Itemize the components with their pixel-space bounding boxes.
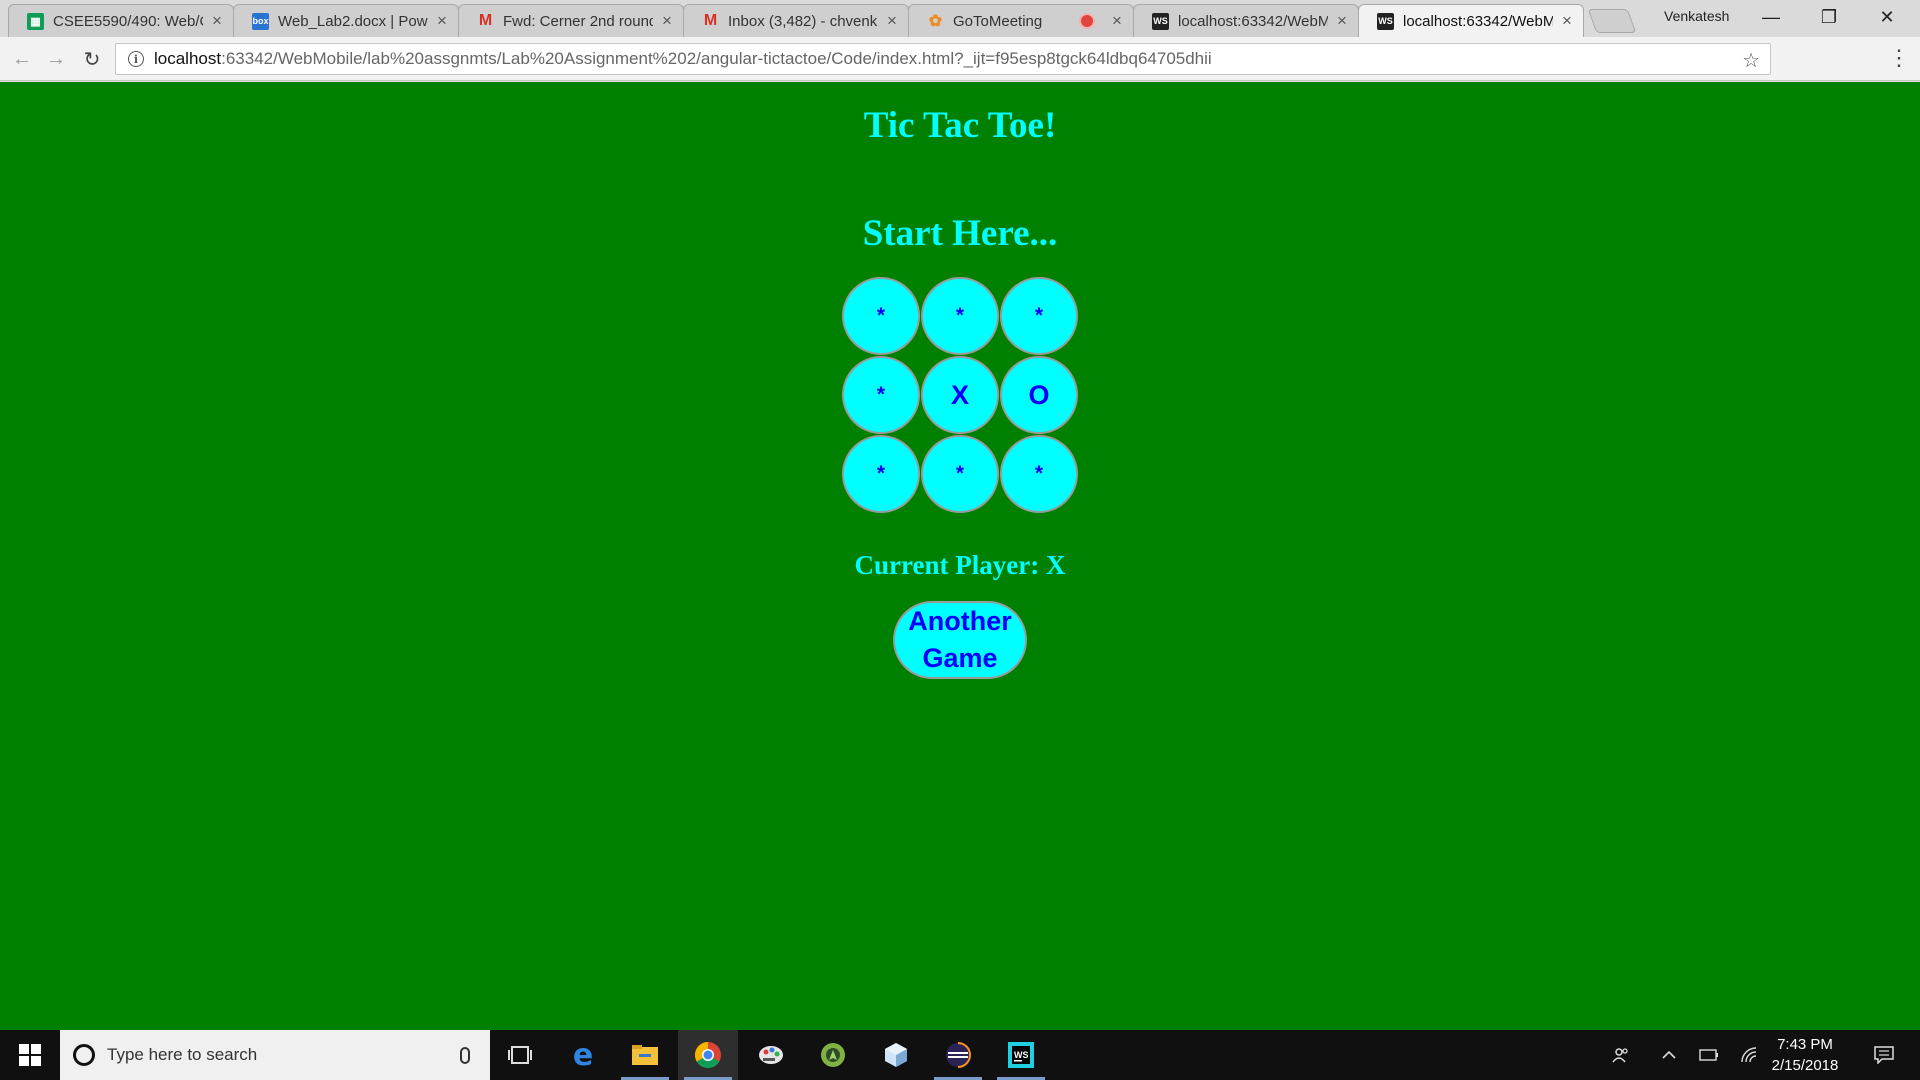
taskbar-clock[interactable]: 7:43 PM 2/15/2018 — [1760, 1034, 1850, 1076]
paint-icon[interactable] — [741, 1030, 801, 1080]
url-path: :63342/WebMobile/lab%20assgnmts/Lab%20As… — [221, 49, 1212, 68]
back-arrow-icon[interactable]: ← — [10, 47, 34, 71]
address-bar[interactable]: i localhost:63342/WebMobile/lab%20assgnm… — [115, 43, 1771, 75]
chrome-menu-icon[interactable]: ⋮ — [1888, 47, 1910, 69]
board-cell[interactable]: X — [921, 356, 999, 434]
tab-title: Fwd: Cerner 2nd round — [503, 12, 653, 30]
cortana-icon — [73, 1044, 95, 1066]
task-view-icon[interactable] — [490, 1030, 550, 1080]
chrome-icon[interactable] — [678, 1030, 738, 1080]
another-game-button[interactable]: Another Game — [893, 601, 1027, 679]
board-cell[interactable]: * — [1000, 277, 1078, 355]
action-center-icon[interactable] — [1864, 1030, 1904, 1080]
board-cell[interactable]: O — [1000, 356, 1078, 434]
reload-icon[interactable]: ↻ — [80, 47, 104, 71]
gmail-icon: M — [478, 12, 493, 29]
browser-tab[interactable]: ✿ GoToMeeting × — [908, 4, 1134, 37]
browser-tab[interactable]: M Inbox (3,482) - chvenk × — [683, 4, 909, 37]
microphone-icon[interactable] — [460, 1046, 470, 1064]
android-studio-icon[interactable] — [803, 1030, 863, 1080]
new-tab-button[interactable] — [1587, 9, 1637, 33]
browser-tab-active[interactable]: WS localhost:63342/WebM × — [1358, 4, 1584, 37]
taskbar: Type here to search e WS 7:43 PM 2/15/20… — [0, 1030, 1920, 1080]
tictactoe-board: * * * * X O * * * — [842, 277, 1078, 513]
gmail-icon: M — [703, 12, 718, 29]
webstorm-icon: WS — [1377, 12, 1394, 30]
show-hidden-icons-chevron-icon[interactable] — [1654, 1030, 1684, 1080]
windows-start-icon[interactable] — [0, 1030, 60, 1080]
browser-tab[interactable]: ▦ CSEE5590/490: Web/C × — [8, 4, 234, 37]
current-player-status: Current Player: X — [854, 550, 1066, 580]
board-cell[interactable]: * — [842, 277, 920, 355]
tab-strip: ▦ CSEE5590/490: Web/C × box Web_Lab2.doc… — [0, 0, 1920, 37]
url-host: localhost — [154, 49, 222, 68]
minimize-icon[interactable]: — — [1742, 0, 1800, 34]
board-cell[interactable]: * — [921, 277, 999, 355]
tab-title: localhost:63342/WebM — [1403, 12, 1553, 30]
board-cell[interactable]: * — [921, 435, 999, 513]
eclipse-icon[interactable] — [928, 1030, 988, 1080]
browser-tab[interactable]: box Web_Lab2.docx | Powe × — [233, 4, 459, 37]
board-cell[interactable]: * — [1000, 435, 1078, 513]
close-window-icon[interactable]: ✕ — [1858, 0, 1916, 34]
board-cell[interactable]: * — [842, 435, 920, 513]
browser-tab[interactable]: M Fwd: Cerner 2nd round × — [458, 4, 684, 37]
box-icon: box — [252, 12, 269, 30]
tab-title: localhost:63342/WebM — [1178, 12, 1328, 30]
close-tab-icon[interactable]: × — [434, 11, 450, 31]
profile-name[interactable]: Venkatesh — [1664, 8, 1729, 24]
sheets-icon: ▦ — [27, 12, 44, 30]
game-title: Tic Tac Toe! — [863, 105, 1057, 146]
browser-toolbar: ← → ↻ i localhost:63342/WebMobile/lab%20… — [0, 37, 1920, 81]
close-tab-icon[interactable]: × — [1334, 11, 1350, 31]
clock-time: 7:43 PM — [1777, 1036, 1833, 1053]
close-tab-icon[interactable]: × — [884, 11, 900, 31]
close-tab-icon[interactable]: × — [209, 11, 225, 31]
bookmark-star-icon[interactable]: ☆ — [1742, 48, 1760, 73]
page-content: Tic Tac Toe! Start Here... * * * * X O *… — [0, 82, 1920, 1030]
forward-arrow-icon[interactable]: → — [44, 47, 68, 71]
people-icon[interactable] — [1604, 1030, 1638, 1080]
tab-title: Inbox (3,482) - chvenk — [728, 12, 878, 30]
recording-icon — [1081, 15, 1093, 27]
search-placeholder: Type here to search — [107, 1045, 258, 1064]
battery-icon[interactable] — [1694, 1030, 1724, 1080]
gotomeeting-icon: ✿ — [928, 13, 943, 30]
info-icon[interactable]: i — [128, 51, 144, 67]
restore-icon[interactable]: ❐ — [1800, 0, 1858, 34]
board-cell[interactable]: * — [842, 356, 920, 434]
clock-date: 2/15/2018 — [1771, 1057, 1839, 1074]
webstorm-icon[interactable]: WS — [991, 1030, 1051, 1080]
close-tab-icon[interactable]: × — [659, 11, 675, 31]
tab-title: CSEE5590/490: Web/C — [53, 12, 203, 30]
taskbar-search-input[interactable]: Type here to search — [60, 1030, 490, 1080]
start-heading: Start Here... — [862, 213, 1058, 254]
cube-app-icon[interactable] — [866, 1030, 926, 1080]
webstorm-icon: WS — [1152, 12, 1169, 30]
file-explorer-icon[interactable] — [615, 1030, 675, 1080]
tab-title: GoToMeeting — [953, 12, 1043, 30]
edge-icon[interactable]: e — [553, 1030, 613, 1080]
browser-tab[interactable]: WS localhost:63342/WebM × — [1133, 4, 1359, 37]
svg-text:WS: WS — [1014, 1050, 1029, 1060]
close-tab-icon[interactable]: × — [1109, 11, 1125, 31]
tab-title: Web_Lab2.docx | Powe — [278, 12, 428, 30]
close-tab-icon[interactable]: × — [1559, 11, 1575, 31]
